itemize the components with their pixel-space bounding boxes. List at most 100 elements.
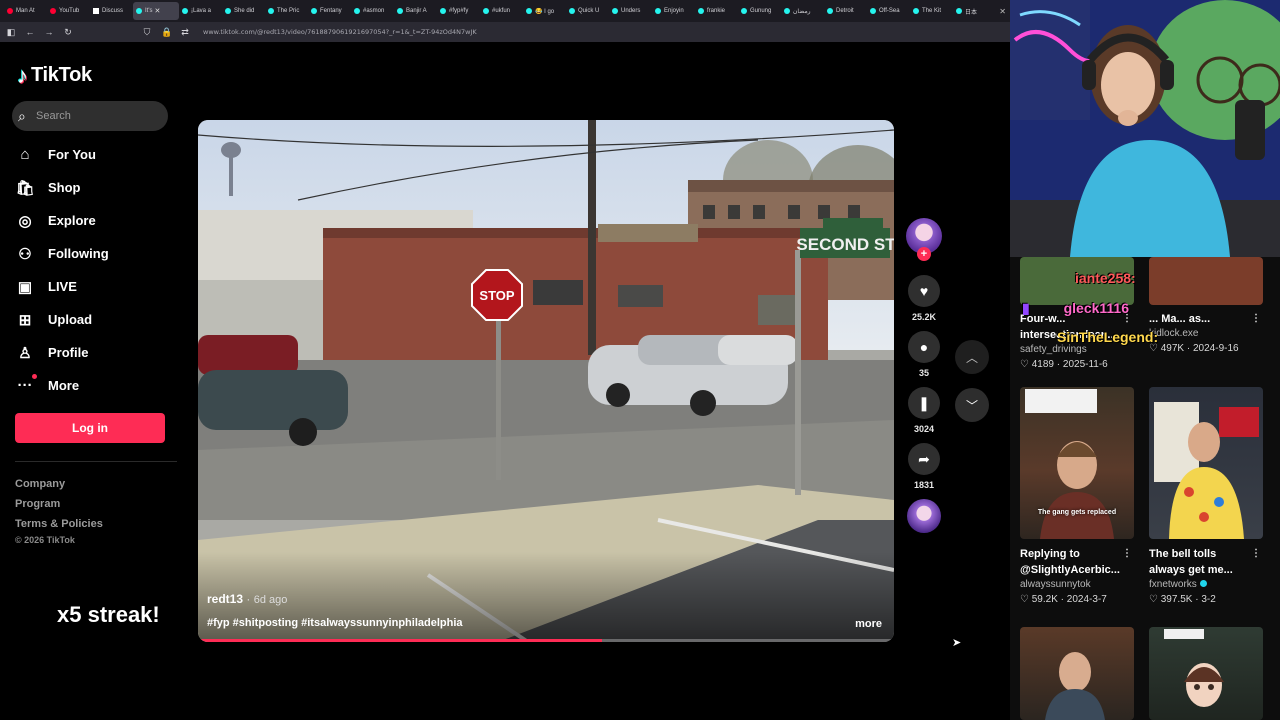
card-author[interactable]: kidlock.exe (1149, 328, 1263, 339)
share-button[interactable]: ➦ (908, 443, 940, 475)
tab-label: #ukfun (492, 8, 511, 14)
like-button[interactable]: ♥ (908, 275, 940, 307)
copyright: © 2026 TikTok (15, 535, 75, 545)
compass-icon: ◎ (18, 212, 32, 230)
browser-tab[interactable]: #fyp#fy (437, 2, 480, 20)
search-box[interactable]: ⌕ (12, 101, 168, 131)
card-title[interactable]: Replying to @SlightlyAcerbic... ⋮ (1020, 546, 1134, 578)
browser-tab[interactable]: ¡Lava a (179, 2, 222, 20)
creator-avatar[interactable]: + (906, 218, 942, 261)
tab-label: Off-Sea (879, 8, 900, 14)
recommended-card[interactable]: The bell tolls always get me... ⋮ fxnetwo… (1149, 387, 1263, 605)
card-title[interactable]: The bell tolls always get me... ⋮ (1149, 546, 1263, 578)
previous-video-button[interactable]: ︿ (955, 340, 989, 374)
tab-overflow-icon[interactable]: ✕ (999, 7, 1010, 16)
browser-tab[interactable]: Man At (4, 2, 47, 20)
tiktok-favicon-icon (268, 8, 274, 14)
footer-link-company[interactable]: Company (15, 474, 103, 494)
footer-link-terms[interactable]: Terms & Policies (15, 514, 103, 534)
recommended-thumbnail[interactable] (1149, 387, 1263, 539)
recommended-thumbnail[interactable] (1149, 257, 1263, 305)
nav-item-profile[interactable]: ♙ Profile (15, 336, 175, 369)
browser-tab[interactable]: YouTub (47, 2, 90, 20)
video-author[interactable]: redt13 (207, 592, 243, 606)
nav-item-shop[interactable]: 🛍 Shop (15, 171, 175, 204)
browser-tab[interactable]: frankie (695, 2, 738, 20)
comment-icon: ● (919, 339, 929, 355)
card-author[interactable]: alwayssunnytok (1020, 579, 1134, 590)
shield-icon[interactable]: ⛉ (142, 27, 152, 38)
recommended-card[interactable] (1149, 627, 1263, 720)
recommended-card[interactable]: ... Ma... as... ⋮ kidlock.exe ♡ 497K · 20… (1149, 257, 1263, 354)
browser-tab[interactable]: Quick U (566, 2, 609, 20)
profile-icon: ♙ (18, 344, 32, 362)
browser-tab[interactable]: 😂 I go (523, 2, 566, 20)
tiktok-favicon-icon (182, 8, 188, 14)
browser-tab[interactable]: Banjir A (394, 2, 437, 20)
tab-close-icon[interactable]: ✕ (154, 7, 160, 15)
browser-tab[interactable]: #ukfun (480, 2, 523, 20)
comment-button[interactable]: ● (908, 331, 940, 363)
footer-link-program[interactable]: Program (15, 494, 103, 514)
browser-tab[interactable]: It's ✕ (133, 2, 179, 20)
more-options-icon[interactable]: ⋮ (1251, 311, 1261, 327)
browser-tab[interactable]: رمضان (781, 2, 824, 20)
browser-tab[interactable]: She did (222, 2, 265, 20)
browser-tab[interactable]: Enjoyin (652, 2, 695, 20)
forward-icon[interactable]: → (44, 27, 54, 37)
recommended-thumbnail[interactable] (1020, 627, 1134, 720)
tiktok-favicon-icon (311, 8, 317, 14)
video-progress-bar[interactable] (198, 639, 894, 642)
tiktok-note-icon: ♪ (17, 62, 28, 88)
nav-item-more[interactable]: ··· More (15, 369, 175, 402)
next-video-button[interactable]: ﹀ (955, 388, 989, 422)
browser-tab[interactable]: Discuss (90, 2, 133, 20)
recommended-thumbnail[interactable]: The gang gets replaced (1020, 387, 1134, 539)
permissions-icon[interactable]: ⇄ (180, 27, 190, 38)
browser-tab[interactable]: Fentany (308, 2, 351, 20)
video-hashtags[interactable]: #fyp #shitposting #itsalwayssunnyinphila… (207, 617, 463, 629)
tiktok-logo[interactable]: ♪ TikTok (17, 64, 92, 87)
lock-icon[interactable]: 🔒 (161, 27, 172, 38)
back-icon[interactable]: ← (25, 27, 35, 37)
sidebar-toggle-icon[interactable]: ◧ (6, 27, 16, 38)
tiktok-favicon-icon (827, 8, 833, 14)
browser-tab[interactable]: 日本 (953, 2, 996, 20)
sound-avatar[interactable] (907, 499, 941, 533)
video-caption-author[interactable]: redt13 · 6d ago (207, 592, 287, 606)
follow-plus-icon[interactable]: + (917, 247, 931, 261)
search-input[interactable] (36, 110, 156, 122)
nav-label: For You (48, 147, 96, 162)
card-author[interactable]: safety_drivings (1020, 344, 1134, 355)
browser-tab[interactable]: The Kit (910, 2, 953, 20)
nav-item-following[interactable]: ⚇ Following (15, 237, 175, 270)
browser-tab[interactable]: Detroit (824, 2, 867, 20)
card-title[interactable]: ... Ma... as... ⋮ (1149, 311, 1263, 327)
nav-item-explore[interactable]: ◎ Explore (15, 204, 175, 237)
card-author[interactable]: fxnetworks (1149, 579, 1263, 590)
browser-tab[interactable]: The Pric (265, 2, 308, 20)
stop-sign-text: STOP (479, 288, 514, 303)
action-rail: + ♥ 25.2K ● 35 ❚ 3024 ➦ 1831 (903, 218, 945, 533)
browser-tab[interactable]: #asmon (351, 2, 394, 20)
save-button[interactable]: ❚ (908, 387, 940, 419)
recommended-thumbnail[interactable] (1149, 627, 1263, 720)
browser-tab[interactable]: Off-Sea (867, 2, 910, 20)
login-button[interactable]: Log in (15, 413, 165, 443)
recommended-card[interactable]: The gang gets replaced Replying to @Slig… (1020, 387, 1134, 605)
nav-item-live[interactable]: ▣ LIVE (15, 270, 175, 303)
caption-more-link[interactable]: more (855, 618, 882, 630)
browser-tab[interactable]: Gunung (738, 2, 781, 20)
browser-tab[interactable]: Unders (609, 2, 652, 20)
tab-label: It's (145, 8, 153, 14)
url-bar[interactable]: www.tiktok.com/@redt13/video/76188790619… (203, 28, 477, 36)
nav-item-upload[interactable]: ⊞ Upload (15, 303, 175, 336)
video-player[interactable]: STOP SECOND ST redt13 · 6d ago #fyp #shi… (198, 120, 894, 642)
nav-item-for-you[interactable]: ⌂ For You (15, 138, 175, 171)
chat-message: ▮ gleck1116 (1022, 300, 1129, 317)
recommended-card[interactable] (1020, 627, 1134, 720)
reload-icon[interactable]: ↻ (63, 27, 73, 38)
video-nav-arrows: ︿ ﹀ (955, 340, 989, 436)
more-options-icon[interactable]: ⋮ (1122, 546, 1132, 562)
more-options-icon[interactable]: ⋮ (1251, 546, 1261, 562)
